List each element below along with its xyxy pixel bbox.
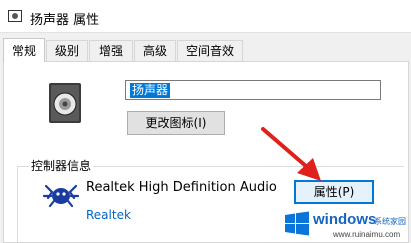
tab-strip: 常规 级别 增强 高级 空间音效 [0,38,411,62]
speaker-small-icon [8,10,22,22]
tab-levels[interactable]: 级别 [46,40,88,61]
change-icon-button[interactable]: 更改图标(I) [127,111,225,135]
device-name-input[interactable]: 扬声器 [125,80,381,100]
controller-device-name: Realtek High Definition Audio [86,180,277,195]
tab-spatial-sound[interactable]: 空间音效 [177,40,243,61]
tab-advanced[interactable]: 高级 [134,40,176,61]
title-bar: 扬声器 属性 [0,0,411,33]
device-name-value: 扬声器 [130,83,171,98]
controller-vendor-link[interactable]: Realtek [86,208,131,222]
tab-enhancements[interactable]: 增强 [89,40,133,61]
speaker-icon [49,83,81,123]
controller-info-label: 控制器信息 [29,157,94,174]
windows-watermark-logo: windows 系统家园 www.ruinaimu.com [285,211,406,239]
svg-text:系统家园: 系统家园 [374,216,406,226]
svg-text:www.ruinaimu.com: www.ruinaimu.com [332,230,400,239]
window-title: 扬声器 属性 [30,13,100,28]
realtek-crab-logo [42,184,80,208]
tab-general[interactable]: 常规 [3,38,45,62]
red-arrow-icon [261,127,321,181]
svg-text:windows: windows [312,211,376,228]
